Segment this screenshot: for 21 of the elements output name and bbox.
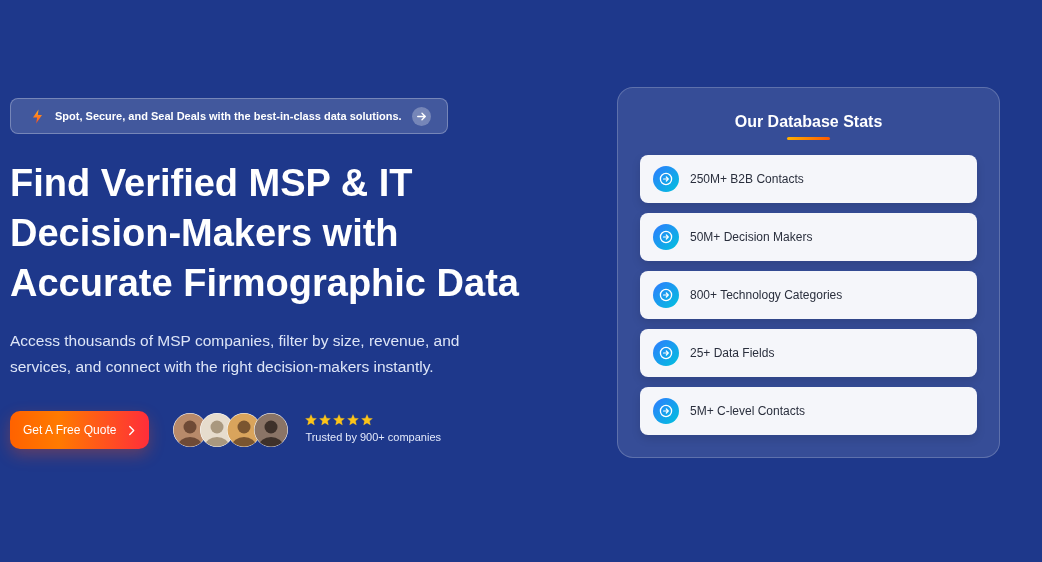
stat-label: 250M+ B2B Contacts [690, 171, 804, 188]
hero-heading: Find Verified MSP & IT Decision-Makers with Accurate Firmographic Data [10, 161, 520, 306]
star-icon [347, 414, 360, 427]
announcement-badge[interactable]: Spot, Secure, and Seal Deals with the best-in-class data solutions. [10, 98, 448, 134]
arrow-right-icon [411, 106, 431, 126]
hero-description: Access thousands of MSP companies, filter by size, revenue, and services, and connect with the right decision-makers instantly. [10, 331, 461, 377]
avatar-icon [253, 412, 290, 448]
star-icon [361, 414, 374, 427]
star-icon [333, 414, 346, 427]
stat-label: 5M+ C-level Contacts [690, 403, 806, 420]
title-accent-bar [787, 137, 830, 140]
stat-label: 25+ Data Fields [690, 345, 775, 362]
stats-card-title: Our Database Stats [733, 112, 884, 132]
chevron-right-icon [128, 424, 136, 436]
announcement-text: Spot, Secure, and Seal Deals with the best-in-class data solutions. [55, 108, 402, 124]
stat-label: 50M+ Decision Makers [690, 229, 813, 246]
stat-label: 800+ Technology Categories [690, 287, 843, 304]
star-icon [319, 414, 332, 427]
lightning-bolt-icon [33, 108, 42, 124]
trust-caption: Trusted by 900+ companies [305, 430, 442, 446]
star-icon [305, 414, 318, 427]
